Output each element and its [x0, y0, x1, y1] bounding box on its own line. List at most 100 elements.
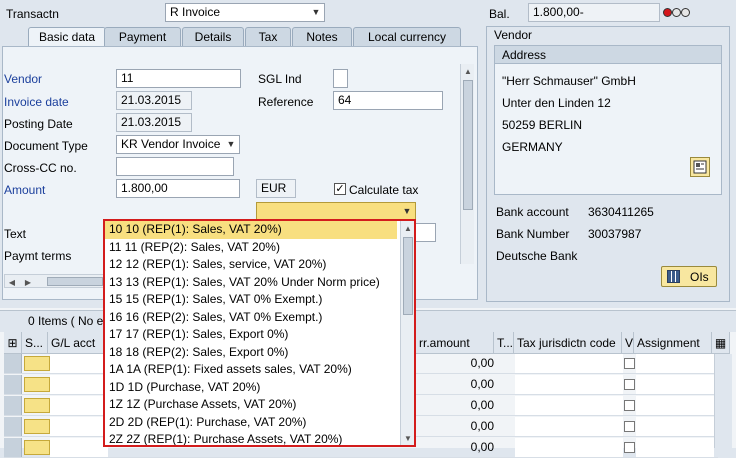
bank-account-value: 3630411265 — [588, 205, 654, 219]
traffic-light-icon — [663, 7, 693, 18]
chevron-up-icon[interactable]: ▲ — [461, 64, 475, 78]
row-status-cell[interactable] — [24, 356, 50, 371]
posting-date-field[interactable]: 21.03.2015 — [116, 113, 192, 132]
currency-field[interactable]: EUR — [256, 179, 296, 198]
chevron-down-icon[interactable]: ▼ — [309, 5, 323, 20]
row-selector[interactable] — [4, 417, 22, 436]
tax-code-option[interactable]: 2Z 2Z (REP(1): Purchase Assets, VAT 20%) — [105, 431, 397, 445]
tax-juris-cell[interactable] — [515, 354, 623, 373]
address-line-1: "Herr Schmauser" GmbH — [502, 74, 636, 88]
grid-columns-icon[interactable]: ▦ — [712, 332, 730, 354]
address-line-4: GERMANY — [502, 140, 563, 154]
col-tax-jurisdiction[interactable]: Tax jurisdictn code — [514, 332, 622, 354]
tax-juris-cell[interactable] — [515, 417, 623, 436]
col-assignment[interactable]: Assignment — [634, 332, 712, 354]
tax-code-option[interactable]: 12 12 (REP(1): Sales, service, VAT 20%) — [105, 256, 397, 274]
gl-acct-cell[interactable] — [50, 417, 108, 436]
tax-code-option[interactable]: 17 17 (REP(1): Sales, Export 0%) — [105, 326, 397, 344]
row-status-cell[interactable] — [24, 398, 50, 413]
doc-type-select[interactable]: KR Vendor Invoice ▼ — [116, 135, 240, 154]
tax-code-option[interactable]: 16 16 (REP(2): Sales, VAT 0% Exempt.) — [105, 309, 397, 327]
amount-field[interactable]: 1.800,00 — [116, 179, 240, 198]
v-checkbox[interactable] — [624, 358, 635, 369]
gl-acct-cell[interactable] — [50, 354, 108, 373]
tax-code-option[interactable]: 1A 1A (REP(1): Fixed assets sales, VAT 2… — [105, 361, 397, 379]
col-s[interactable]: S... — [22, 332, 48, 354]
tax-code-option[interactable]: 1Z 1Z (Purchase Assets, VAT 20%) — [105, 396, 397, 414]
assignment-cell[interactable] — [636, 396, 714, 415]
gl-acct-cell[interactable] — [50, 375, 108, 394]
amount-cell[interactable]: 0,00 — [416, 375, 496, 394]
v-checkbox[interactable] — [624, 400, 635, 411]
reference-label: Reference — [258, 95, 314, 109]
chevron-right-icon[interactable]: ▶ — [21, 275, 35, 289]
tax-juris-cell[interactable] — [515, 396, 623, 415]
assignment-cell[interactable] — [636, 417, 714, 436]
bal-label: Bal. — [489, 7, 510, 21]
cross-cc-field[interactable] — [116, 157, 234, 176]
v-checkbox[interactable] — [624, 379, 635, 390]
posting-date-label: Posting Date — [4, 117, 73, 131]
tax-code-option[interactable]: 18 18 (REP(2): Sales, Export 0%) — [105, 344, 397, 362]
tab-notes[interactable]: Notes — [292, 27, 352, 47]
tax-code-option[interactable]: 13 13 (REP(1): Sales, VAT 20% Under Norm… — [105, 274, 397, 292]
col-amount[interactable]: rr.amount — [416, 332, 494, 354]
amount-cell[interactable]: 0,00 — [416, 417, 496, 436]
col-v[interactable]: V — [622, 332, 634, 354]
row-status-cell[interactable] — [24, 377, 50, 392]
tax-code-option[interactable]: 10 10 (REP(1): Sales, VAT 20%) — [105, 221, 397, 239]
balance-field: 1.800,00- — [528, 3, 660, 22]
tab-details[interactable]: Details — [182, 27, 244, 47]
tax-code-option[interactable]: 11 11 (REP(2): Sales, VAT 20%) — [105, 239, 397, 257]
tab-basic-data[interactable]: Basic data — [28, 27, 106, 48]
transactn-select[interactable]: R Invoice ▼ — [165, 3, 325, 22]
chevron-up-icon[interactable]: ▲ — [401, 221, 414, 235]
sgl-field[interactable] — [333, 69, 348, 88]
form-scrollbar[interactable]: ▲ — [460, 64, 474, 264]
tax-juris-cell[interactable] — [515, 375, 623, 394]
ois-button[interactable]: OIs — [661, 266, 717, 287]
vendor-field[interactable]: 11 — [116, 69, 241, 88]
amount-cell[interactable]: 0,00 — [416, 396, 496, 415]
row-selector[interactable] — [4, 354, 22, 373]
tab-payment[interactable]: Payment — [104, 27, 181, 47]
amount-cell[interactable]: 0,00 — [416, 354, 496, 373]
chevron-left-icon[interactable]: ◀ — [5, 275, 19, 289]
tax-code-dropdown-list[interactable]: 10 10 (REP(1): Sales, VAT 20%) 11 11 (REP… — [103, 219, 416, 447]
dropdown-scrollbar[interactable]: ▲ ▼ — [400, 221, 414, 445]
grid-scrollbar[interactable] — [714, 354, 732, 448]
row-selector[interactable] — [4, 375, 22, 394]
chevron-down-icon[interactable]: ▼ — [224, 137, 238, 152]
amount-label: Amount — [4, 183, 46, 197]
form-hscroll[interactable]: ◀ ▶ — [4, 274, 104, 288]
tax-code-option[interactable]: 15 15 (REP(1): Sales, VAT 0% Exempt.) — [105, 291, 397, 309]
col-t[interactable]: T... — [494, 332, 514, 354]
bank-name: Deutsche Bank — [496, 249, 578, 263]
vendor-label: Vendor — [4, 72, 43, 86]
assignment-cell[interactable] — [636, 354, 714, 373]
assignment-cell[interactable] — [636, 375, 714, 394]
chevron-down-icon[interactable]: ▼ — [401, 431, 414, 445]
col-gl-acct[interactable]: G/L acct — [48, 332, 108, 354]
text-label: Text — [4, 227, 27, 241]
tab-local-currency[interactable]: Local currency — [353, 27, 461, 47]
tab-tax[interactable]: Tax — [245, 27, 291, 47]
gl-acct-cell[interactable] — [50, 396, 108, 415]
row-selector[interactable] — [4, 396, 22, 415]
tax-code-option[interactable]: 2D 2D (REP(1): Purchase, VAT 20%) — [105, 414, 397, 432]
invoice-date-field[interactable]: 21.03.2015 — [116, 91, 192, 110]
bank-account-label: Bank account — [496, 205, 569, 219]
chevron-down-icon[interactable]: ▼ — [400, 204, 414, 218]
tax-code-select[interactable]: ▼ — [256, 202, 416, 220]
v-checkbox[interactable] — [624, 421, 635, 432]
address-card-icon[interactable] — [690, 157, 710, 177]
tax-code-option[interactable]: 1D 1D (Purchase, VAT 20%) — [105, 379, 397, 397]
scroll-thumb[interactable] — [463, 80, 473, 210]
reference-field[interactable]: 64 — [333, 91, 443, 110]
grid-settings-icon[interactable]: ⊞ — [4, 332, 22, 354]
row-status-cell[interactable] — [24, 419, 50, 434]
lamp-off-1 — [672, 8, 681, 17]
dropdown-scroll-thumb[interactable] — [403, 237, 413, 315]
calc-tax-checkbox[interactable]: ✓ — [334, 183, 346, 195]
hscroll-thumb[interactable] — [47, 277, 103, 286]
